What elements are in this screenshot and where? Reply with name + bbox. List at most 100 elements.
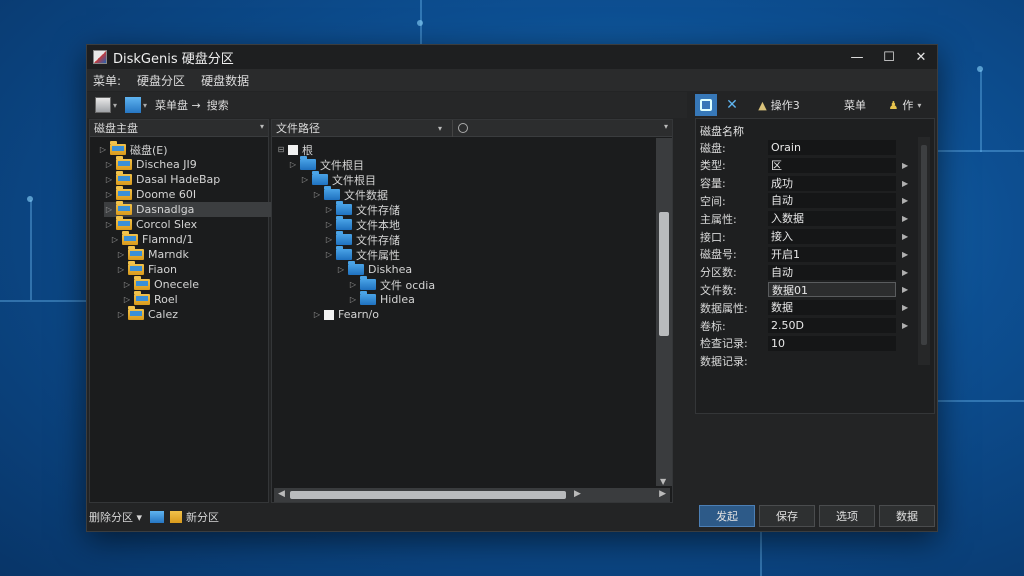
tree-item[interactable]: ▷ Calez [116,306,274,322]
expand-icon[interactable]: ▷ [110,235,120,244]
property-value[interactable]: 入数据 [768,211,896,227]
expand-icon[interactable]: ▷ [324,205,334,214]
expand-icon[interactable]: ▷ [324,235,334,244]
vertical-scrollbar[interactable]: ▼ [656,138,672,486]
partition-icon[interactable] [150,511,165,523]
property-row[interactable]: 磁盘: Orain [696,139,912,156]
scrollbar-thumb[interactable] [659,212,669,336]
tree-item[interactable]: ▷ Flamnd/1 [110,231,274,247]
expand-icon[interactable]: ▷ [336,265,346,274]
clock-icon[interactable] [458,123,468,133]
toolbar-search[interactable]: 搜索 [207,97,229,113]
chevron-down-icon[interactable]: ▾ [917,101,921,110]
expand-icon[interactable]: ▷ [104,220,114,229]
pin-icon[interactable]: ▾ [260,122,264,131]
close-button[interactable]: ✕ [905,45,937,69]
tree-item[interactable]: ▷ Disch​ea JI9 [104,156,274,172]
save-button[interactable]: 保存 [759,505,815,527]
property-row[interactable]: 容量: 成功 ▶ [696,175,912,192]
horizontal-scrollbar[interactable]: ◀ ▶ ▶ [274,488,670,502]
file-icon[interactable] [125,97,142,113]
expand-icon[interactable]: ▷ [98,145,108,154]
expand-icon[interactable]: ▷ [312,190,322,199]
chevron-down-icon[interactable]: ▾ [113,101,117,110]
property-row[interactable]: 空间: 自动 ▶ [696,192,912,209]
tab-properties[interactable] [695,94,717,116]
menu-main[interactable]: 菜单: [93,72,121,89]
property-row[interactable]: 磁盘号: 开启1 ▶ [696,246,912,263]
chevron-right-icon[interactable]: ▶ [902,285,908,294]
chevron-down-icon[interactable]: ▾ [438,124,442,133]
expand-icon[interactable]: ▷ [312,310,322,319]
chevron-right-icon[interactable]: ▶ [902,232,908,241]
start-button[interactable]: 发起 [699,505,755,527]
property-row[interactable]: 文件数: 数据01 ▶ [696,281,912,298]
property-row[interactable]: 检查记录: 10 [696,335,912,352]
tree-item[interactable]: ▷ 文件本地 [324,216,400,232]
expand-icon[interactable]: ▷ [104,190,114,199]
disk-icon[interactable] [95,97,111,113]
tree-item[interactable]: ▷ 文件数据 [312,186,388,202]
expand-icon[interactable]: ▷ [300,175,310,184]
property-value[interactable]: 区 [768,157,896,173]
chevron-down-icon[interactable]: ▾ [143,101,147,110]
tree-item[interactable]: ▷ 文件存储 [324,231,400,247]
tree-item[interactable]: ▷ Corcol Slex [104,216,274,232]
expand-icon[interactable]: ▷ [104,175,114,184]
minimize-button[interactable]: — [841,45,873,69]
scrollbar-thumb[interactable] [921,145,927,345]
chevron-right-icon[interactable]: ▶ [902,214,908,223]
tree-item[interactable]: ⊟ 根 [276,142,313,157]
expand-icon[interactable]: ▷ [348,295,358,304]
chevron-right-icon[interactable]: ▶ [659,489,666,499]
expand-icon[interactable]: ▷ [324,250,334,259]
chevron-right-icon[interactable]: ▶ [574,489,581,499]
tree-item[interactable]: ▷ 文件根目 [300,171,376,187]
property-value[interactable]: 10 [768,335,896,351]
chevron-down-icon[interactable]: ▾ [664,122,668,131]
chevron-right-icon[interactable]: ▶ [902,321,908,330]
tree-item[interactable]: ▷ 文件存储 [324,201,400,217]
expand-icon[interactable]: ▷ [348,280,358,289]
property-row[interactable]: 数据属性: 数据 ▶ [696,299,912,316]
tree-item[interactable]: ▷ 文件属性 [324,246,400,262]
property-value[interactable]: 2.50D [768,318,896,333]
tab-menu[interactable]: 菜单 [835,94,875,116]
expand-icon[interactable]: ▷ [122,295,132,304]
property-row[interactable]: 类型: 区 ▶ [696,157,912,174]
tree-item[interactable]: ▷ Dasal HadeBap [104,171,274,187]
tab-actions[interactable]: ♟ 作 ▾ [879,94,931,116]
expand-icon[interactable]: ▷ [288,160,298,169]
scrollbar-thumb[interactable] [290,491,566,499]
tree-item[interactable]: ▷ Fearn/o [312,307,379,322]
property-row[interactable]: 卷标: 2.50D ▶ [696,317,912,334]
tree-item[interactable]: ▷ Doome 60I [104,186,274,202]
tree-item[interactable]: ▷ Fiaon [116,261,274,277]
expand-icon[interactable]: ▷ [116,250,126,259]
property-row[interactable]: 接口: 接入 ▶ [696,228,912,245]
property-value[interactable]: 接入 [768,229,896,244]
chevron-right-icon[interactable]: ▶ [902,303,908,312]
expand-icon[interactable]: ▷ [104,205,114,214]
property-row[interactable]: 分区数: 自动 ▶ [696,264,912,281]
expand-icon[interactable]: ⊟ [276,145,286,154]
tree-item[interactable]: ▷ Diskhea [336,261,412,277]
toolbar-disk-menu[interactable]: 菜单盘 → [155,97,201,113]
expand-icon[interactable]: ▷ [122,280,132,289]
chevron-right-icon[interactable]: ▶ [902,161,908,170]
chevron-right-icon[interactable]: ▶ [902,196,908,205]
chevron-left-icon[interactable]: ◀ [278,489,285,499]
tab-tools[interactable]: ✕ [721,94,743,116]
expand-icon[interactable]: ▷ [324,220,334,229]
tab-operations[interactable]: ▲ 操作3 [747,94,811,116]
tree-item[interactable]: ▷ Dasnadlga [104,201,274,217]
properties-scrollbar[interactable] [918,137,930,365]
property-value[interactable]: 数据 [768,300,896,316]
menu-data[interactable]: 硬盘数据 [201,72,249,89]
tree-item[interactable]: ▷ 磁盘(E) [98,141,274,157]
tree-item[interactable]: ▷ 文件 ocdia [348,276,435,292]
tree-item[interactable]: ▷ 文件根目 [288,156,364,172]
chevron-right-icon[interactable]: ▶ [902,179,908,188]
property-value[interactable]: 自动 [768,264,896,280]
new-partition-button[interactable]: 新分区 [186,509,219,525]
